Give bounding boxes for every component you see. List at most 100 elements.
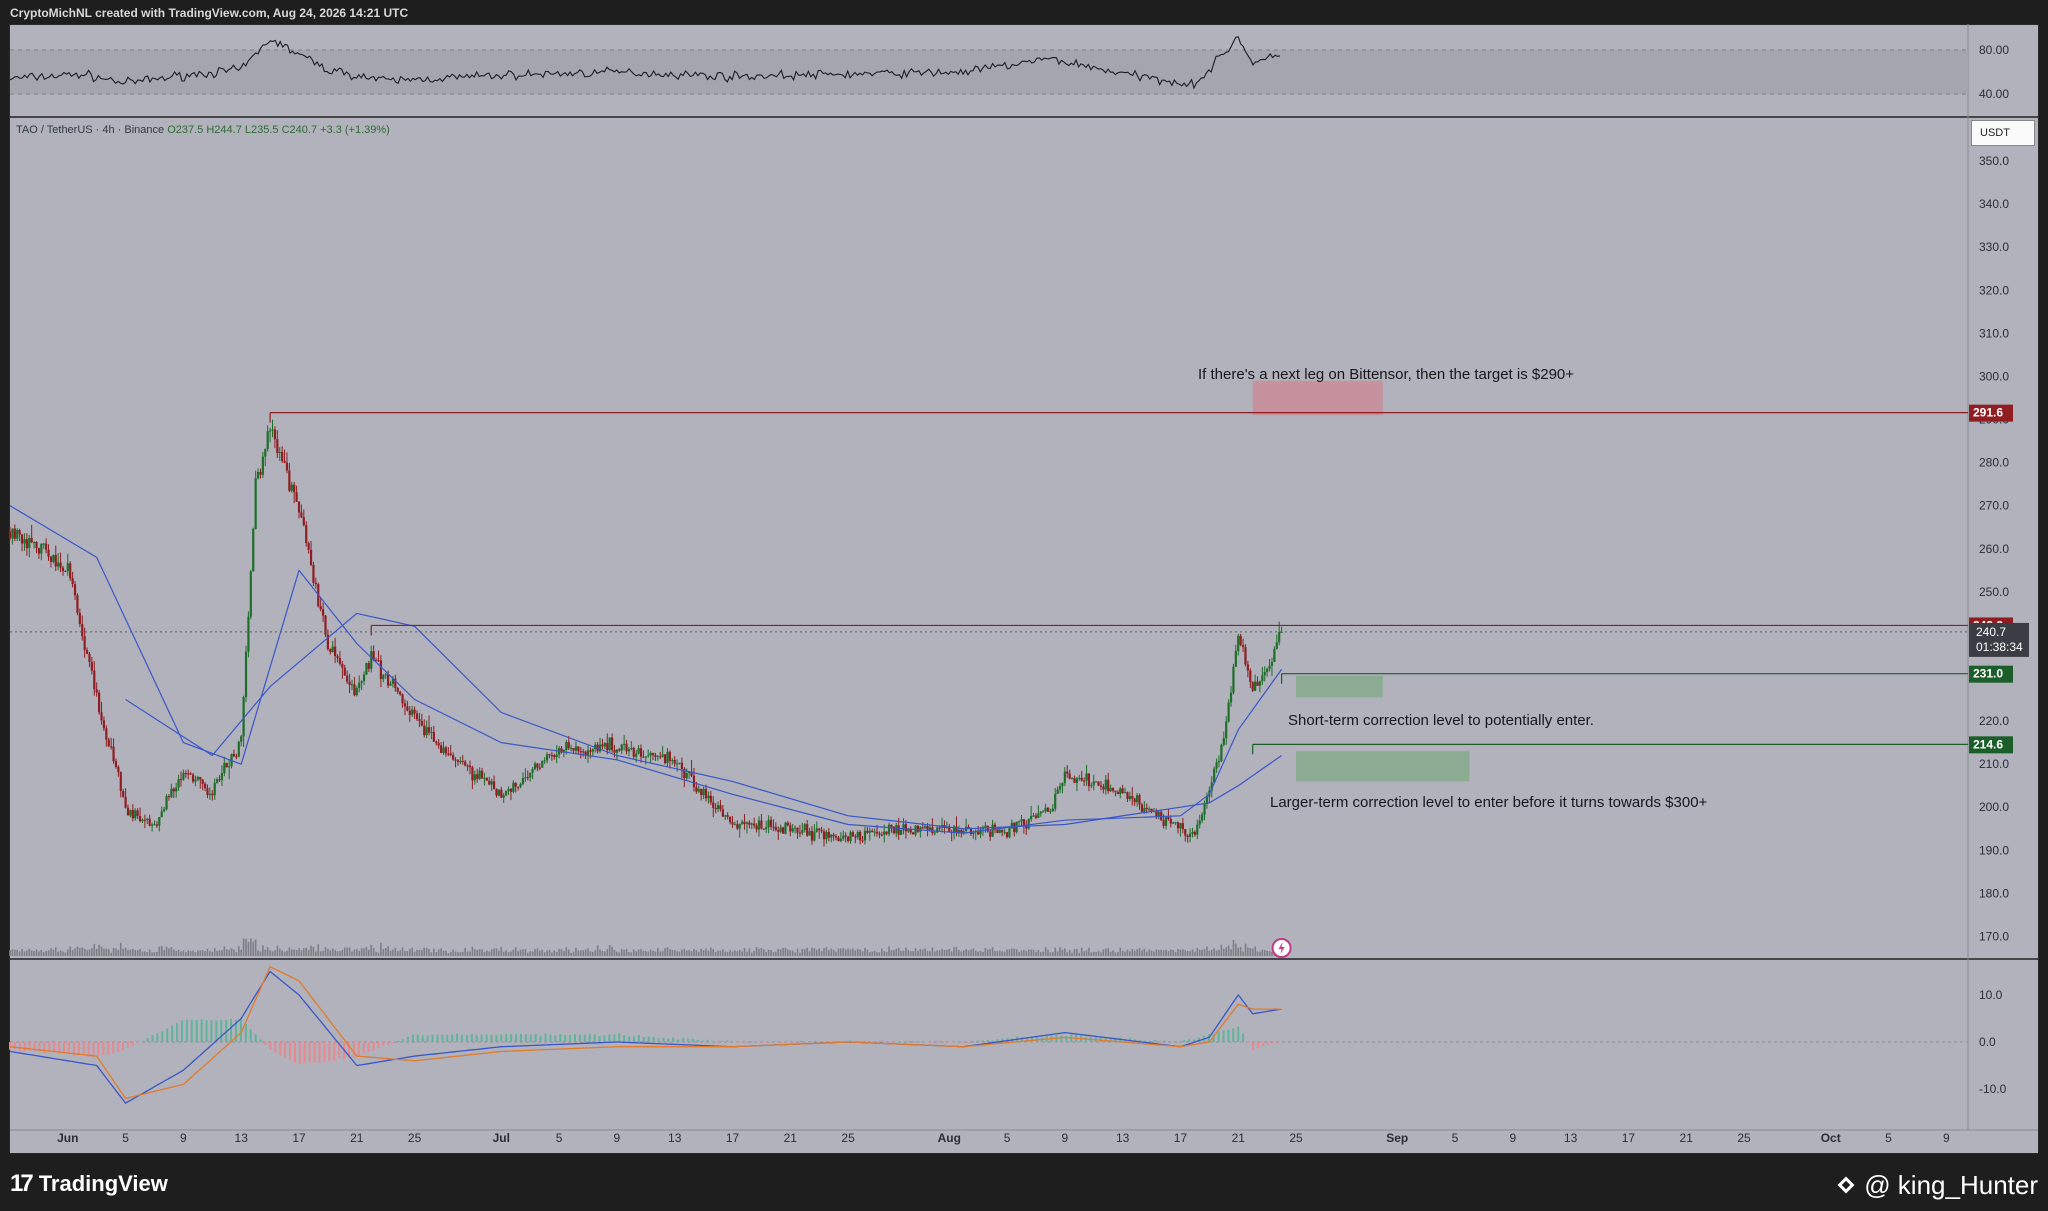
volume-bar [616, 951, 618, 956]
macd-hist-bar [352, 1042, 355, 1058]
candle-body [1184, 829, 1187, 836]
candle-body [895, 825, 898, 834]
diamond-logo-icon [1836, 1175, 1858, 1197]
volume-bar [466, 951, 469, 956]
volume-bar [343, 947, 346, 956]
candle-body [878, 833, 881, 835]
candle-body [801, 830, 804, 834]
macd-hist-bar [628, 1036, 631, 1042]
volume-bar [464, 947, 466, 956]
candle-body [1155, 810, 1158, 817]
candle-body [1114, 790, 1117, 792]
volume-bar [259, 951, 262, 956]
candle-body [406, 706, 409, 711]
volume-bar [1186, 951, 1189, 956]
candle-body [228, 766, 231, 768]
time-tick-label: 9 [614, 1131, 621, 1145]
candle-body [521, 777, 525, 785]
volume-bar [1117, 952, 1119, 956]
macd-hist-bar [1251, 1042, 1254, 1051]
candle-body [18, 530, 21, 535]
candle-body [1217, 760, 1221, 763]
macd-hist-bar [289, 1042, 292, 1060]
candle-body [300, 512, 303, 518]
macd-hist-bar [456, 1033, 459, 1042]
candle-body [769, 819, 773, 827]
candle-body [334, 646, 337, 657]
volume-bar [1201, 949, 1203, 956]
volume-bar [57, 951, 59, 956]
volume-bar [955, 946, 958, 956]
macd-hist-bar [146, 1037, 149, 1042]
candle-body [1266, 668, 1269, 673]
volume-bar [582, 950, 584, 956]
candle-body [23, 539, 26, 544]
volume-bar [1227, 945, 1230, 956]
macd-hist-bar [598, 1036, 601, 1042]
volume-bar [387, 946, 389, 956]
macd-hist-bar [898, 1041, 901, 1043]
volume-bar [418, 949, 421, 956]
volume-bar [553, 950, 556, 956]
candle-body [47, 549, 50, 557]
candle-body [996, 829, 999, 834]
volume-bar [172, 949, 175, 956]
candle-body [20, 534, 24, 544]
candle-body [382, 675, 385, 679]
macd-hist-bar [200, 1019, 203, 1042]
volume-bar [1251, 948, 1254, 956]
volume-bar [837, 948, 840, 956]
volume-bar [363, 948, 365, 956]
candle-body [1244, 647, 1247, 665]
chart-canvas[interactable]: 80.00 40.00 350.0 340.0 330.0 320.0 310.0 300.0… [0, 0, 2048, 1156]
symbol-name[interactable]: TAO / TetherUS · 4h · Binance [16, 124, 164, 136]
candle-body [208, 793, 211, 795]
volume-bar [331, 948, 334, 956]
volume-bar [883, 951, 886, 956]
time-tick-label: 17 [1622, 1131, 1636, 1145]
volume-bar [876, 952, 878, 956]
volume-bar [734, 950, 736, 956]
candle-body [473, 774, 476, 781]
volume-bar [180, 951, 182, 956]
volume-bar [613, 949, 616, 956]
candle-body [25, 539, 28, 549]
tradingview-logo[interactable]: 17 TradingView [10, 1170, 168, 1198]
candle-body [707, 795, 710, 799]
macd-hist-bar [416, 1034, 419, 1042]
macd-hist-bar [77, 1042, 80, 1056]
candle-body [1063, 771, 1066, 783]
price-tick-label: 320.0 [1979, 283, 2009, 297]
candle-body [464, 761, 467, 766]
volume-bar [1006, 949, 1008, 956]
candle-body [550, 755, 553, 757]
candle-body [1181, 823, 1184, 830]
candle-body [553, 755, 556, 758]
volume-bar [278, 948, 281, 956]
volume-bar [522, 949, 524, 956]
macd-hist-bar [883, 1042, 886, 1043]
currency-selector[interactable]: USDT [1971, 120, 2035, 146]
volume-bar [483, 951, 486, 956]
volume-bar [290, 949, 293, 956]
volume-bar [1112, 950, 1114, 956]
candle-body [189, 773, 192, 775]
candle-body [623, 743, 626, 745]
macd-hist-bar [711, 1041, 714, 1043]
candle-body [232, 754, 236, 757]
volume-bar [1254, 946, 1256, 956]
candle-body [442, 747, 445, 753]
macd-hist-bar [1261, 1042, 1264, 1047]
candle-body [656, 756, 659, 758]
macd-hist-bar [731, 1041, 734, 1043]
volume-bar [813, 948, 816, 956]
macd-hist-bar [667, 1038, 670, 1042]
candle-body [808, 830, 811, 836]
volume-bar [724, 951, 727, 956]
volume-bar [445, 950, 447, 956]
macd-hist-bar [529, 1034, 532, 1042]
volume-bar [565, 947, 568, 956]
candle-body [1080, 777, 1083, 781]
volume-bar [519, 949, 522, 956]
macd-hist-bar [691, 1038, 694, 1042]
